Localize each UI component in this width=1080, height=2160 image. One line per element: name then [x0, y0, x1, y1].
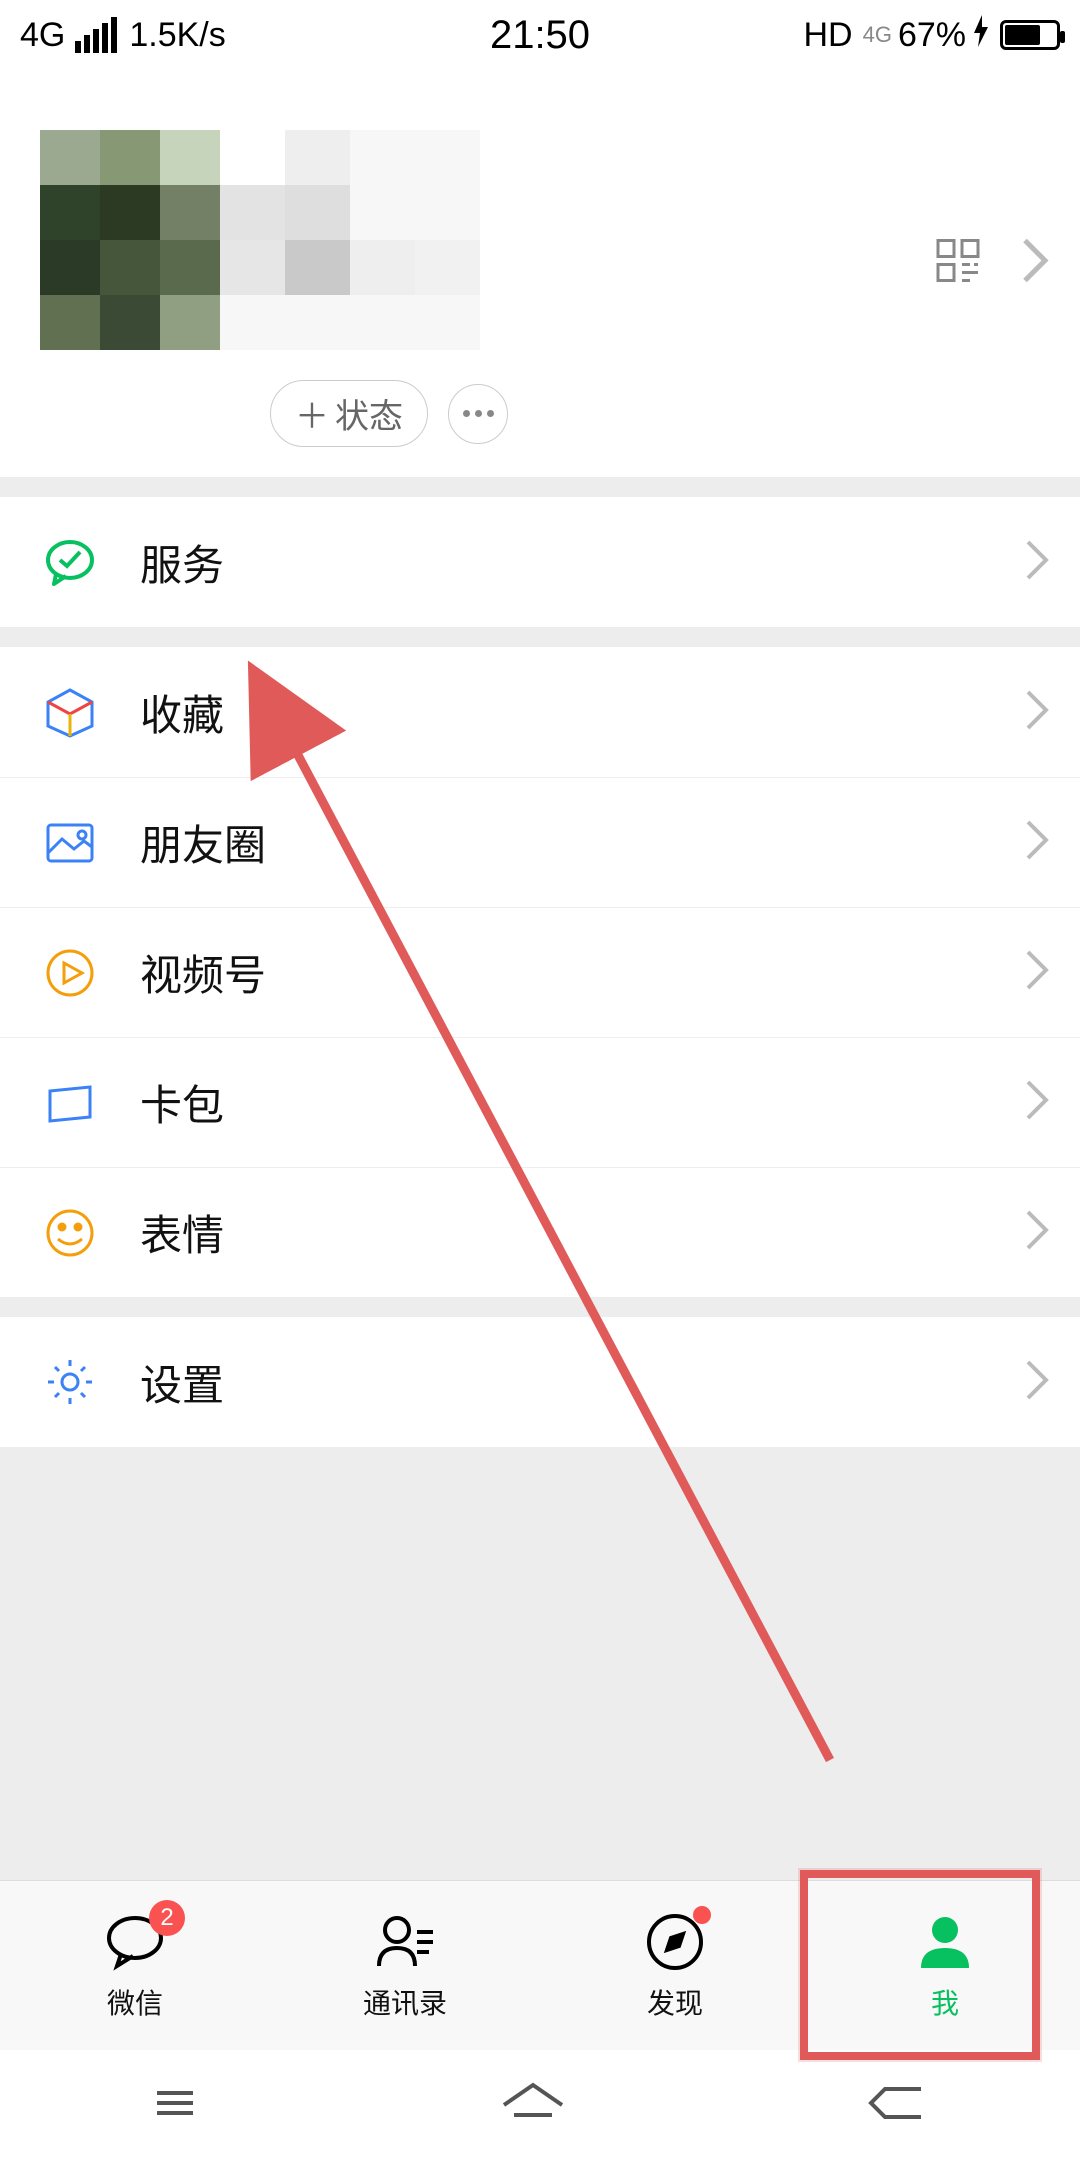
chevron-right-icon	[1024, 1358, 1050, 1407]
cards-icon	[40, 1073, 100, 1133]
status-bar: 4G 1.5K/s 21:50 HD 4G 67%	[0, 0, 1080, 70]
chevron-right-icon	[1024, 818, 1050, 867]
stickers-icon	[40, 1203, 100, 1263]
menu-label: 设置	[140, 1352, 224, 1413]
chevron-right-icon	[1020, 235, 1050, 290]
network-mode: 4G	[20, 16, 65, 55]
chat-badge: 2	[149, 1900, 185, 1936]
menu-label: 视频号	[140, 942, 266, 1003]
chevron-right-icon	[1024, 948, 1050, 997]
discover-icon	[643, 1910, 707, 1974]
tab-me[interactable]: 我	[845, 1910, 1045, 2022]
moments-icon	[40, 813, 100, 873]
hd-indicator: HD	[803, 16, 852, 55]
more-button[interactable]	[448, 384, 508, 444]
menu-item-stickers[interactable]: 表情	[0, 1167, 1080, 1297]
back-button[interactable]	[863, 2075, 933, 2136]
favorites-icon	[40, 682, 100, 742]
tab-label: 我	[931, 1982, 959, 2022]
tab-discover[interactable]: 发现	[575, 1910, 775, 2022]
chevron-right-icon	[1024, 538, 1050, 587]
menu-item-favorites[interactable]: 收藏	[0, 647, 1080, 777]
menu-item-services[interactable]: 服务	[0, 497, 1080, 627]
charging-icon	[972, 15, 990, 56]
recent-apps-button[interactable]	[147, 2075, 203, 2136]
system-nav-bar	[0, 2050, 1080, 2160]
menu-label: 朋友圈	[140, 812, 266, 873]
secondary-network-mode: 4G	[863, 26, 892, 44]
channels-icon	[40, 943, 100, 1003]
menu-item-channels[interactable]: 视频号	[0, 907, 1080, 1037]
battery-pct: 67%	[898, 16, 966, 55]
qrcode-icon[interactable]	[936, 238, 980, 287]
redacted-name	[220, 130, 480, 350]
menu-item-settings[interactable]: 设置	[0, 1317, 1080, 1447]
status-button-label: 状态	[335, 389, 403, 438]
status-button[interactable]: ＋ 状态	[270, 380, 428, 447]
tab-contacts[interactable]: 通讯录	[305, 1910, 505, 2022]
menu-item-cards[interactable]: 卡包	[0, 1037, 1080, 1167]
services-icon	[40, 532, 100, 592]
signal-icon	[75, 17, 117, 53]
chevron-right-icon	[1024, 1208, 1050, 1257]
plus-icon: ＋	[295, 389, 329, 438]
menu-item-moments[interactable]: 朋友圈	[0, 777, 1080, 907]
chevron-right-icon	[1024, 1078, 1050, 1127]
tab-label: 通讯录	[363, 1982, 447, 2022]
tab-label: 微信	[107, 1982, 163, 2022]
tab-bar: 2 微信 通讯录 发现	[0, 1880, 1080, 2050]
network-speed: 1.5K/s	[129, 16, 225, 55]
menu-label: 卡包	[140, 1072, 224, 1133]
battery-icon	[1000, 20, 1060, 50]
home-button[interactable]	[498, 2075, 568, 2136]
menu-label: 服务	[140, 532, 224, 593]
tab-label: 发现	[647, 1982, 703, 2022]
contacts-icon	[373, 1910, 437, 1974]
chevron-right-icon	[1024, 688, 1050, 737]
chat-icon: 2	[103, 1910, 167, 1974]
discover-badge-dot	[693, 1906, 711, 1924]
menu-label: 表情	[140, 1202, 224, 1263]
tab-chat[interactable]: 2 微信	[35, 1910, 235, 2022]
clock: 21:50	[490, 13, 590, 58]
me-icon	[913, 1910, 977, 1974]
settings-icon	[40, 1352, 100, 1412]
profile-card[interactable]: ＋ 状态	[0, 70, 1080, 477]
avatar[interactable]	[40, 130, 440, 350]
menu-label: 收藏	[140, 682, 224, 743]
